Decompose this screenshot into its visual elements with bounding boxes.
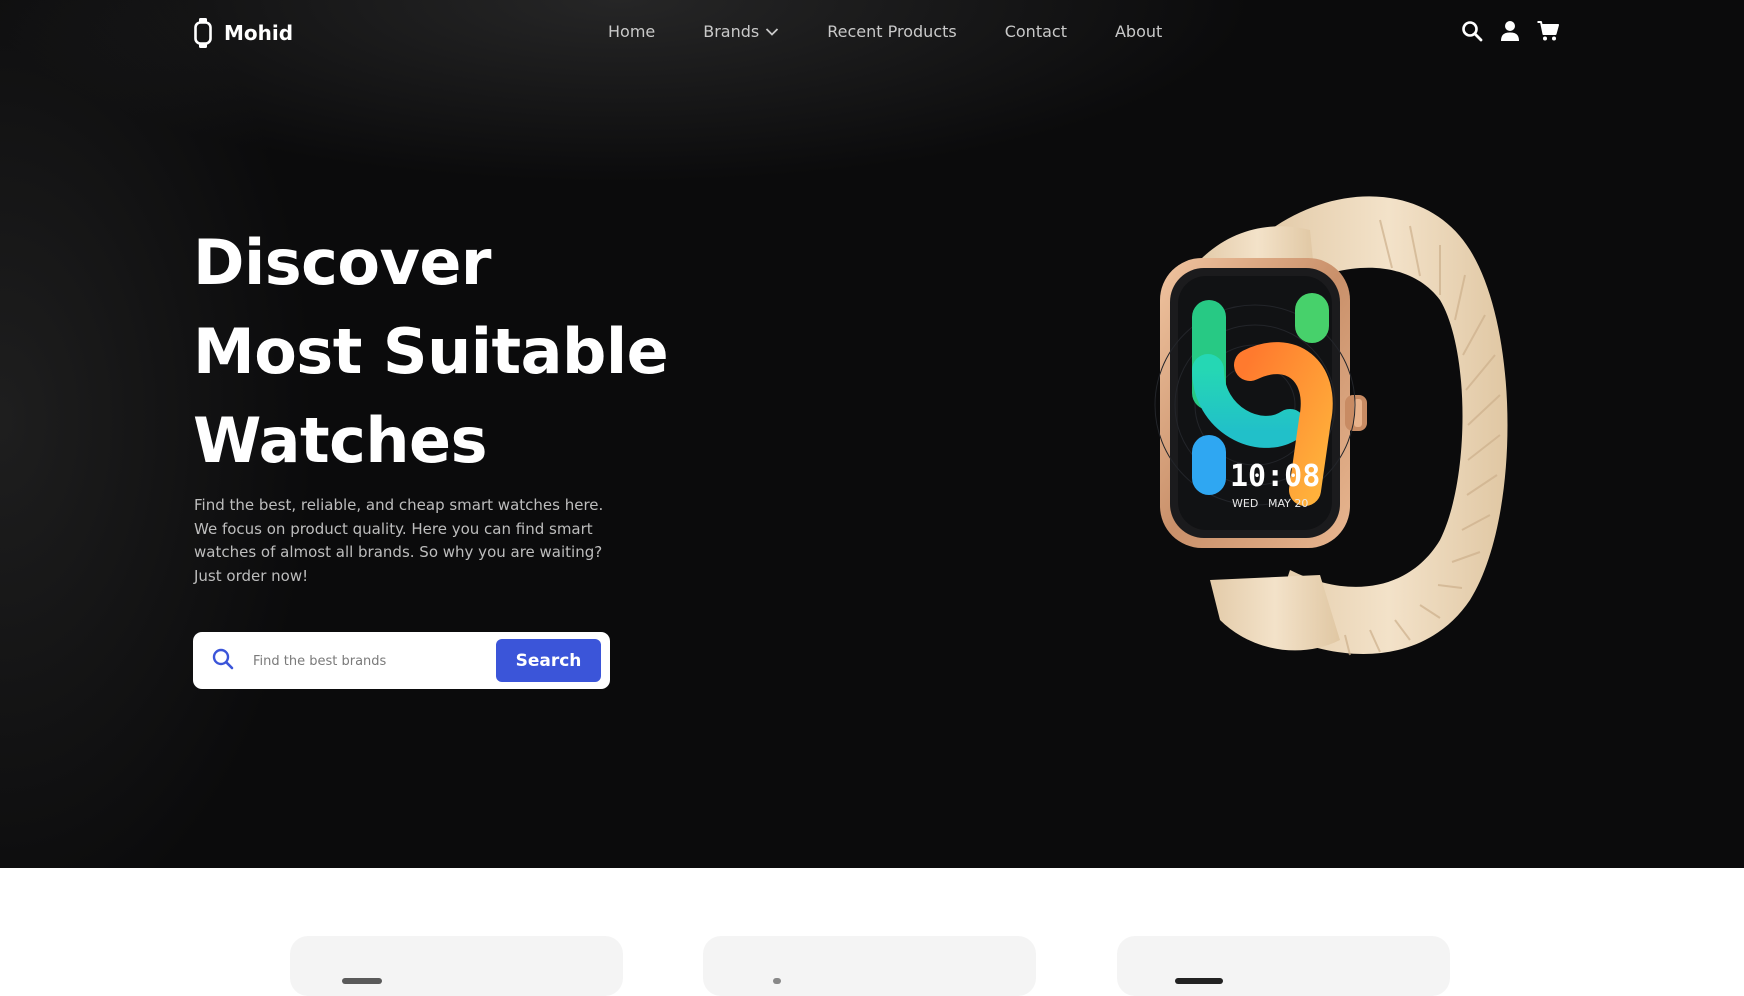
watch-date: MAY 20 — [1268, 497, 1308, 510]
chevron-down-icon — [766, 27, 779, 36]
search-icon — [212, 648, 234, 670]
hero-headline: Discover Most Suitable Watches — [193, 218, 669, 485]
product-card[interactable] — [1117, 936, 1450, 996]
nav-actions — [1461, 20, 1559, 42]
brand-logo[interactable]: Mohid — [194, 18, 293, 48]
user-icon[interactable] — [1499, 20, 1521, 42]
nav-item-brands[interactable]: Brands — [703, 22, 779, 41]
search-button[interactable]: Search — [496, 639, 601, 682]
watch-time: 10:08 — [1230, 459, 1320, 494]
product-thumbnail — [773, 978, 781, 984]
nav-item-about[interactable]: About — [1115, 22, 1162, 41]
product-card[interactable] — [703, 936, 1036, 996]
search-input[interactable] — [253, 649, 483, 673]
brand-name: Mohid — [224, 21, 294, 45]
hero-description: Find the best, reliable, and cheap smart… — [194, 496, 604, 585]
product-card[interactable] — [290, 936, 623, 996]
search-icon[interactable] — [1461, 20, 1483, 42]
nav-item-contact[interactable]: Contact — [1005, 22, 1067, 41]
product-thumbnail — [342, 978, 382, 984]
headline-line-1: Discover — [193, 226, 492, 299]
brand-search-bar: Search — [193, 632, 610, 689]
smartwatch-image: 10:08 WED MAY 20 — [1154, 196, 1508, 656]
hero-section: Mohid Home Brands Recent Products Contac… — [0, 0, 1744, 868]
product-thumbnail — [1175, 978, 1223, 984]
headline-line-2: Most Suitable — [193, 315, 669, 388]
nav-item-home[interactable]: Home — [608, 22, 655, 41]
nav-item-brands-label: Brands — [703, 22, 760, 41]
watch-icon — [194, 18, 212, 48]
headline-line-3: Watches — [193, 404, 488, 477]
nav-item-recent-products[interactable]: Recent Products — [827, 22, 956, 41]
cart-icon[interactable] — [1537, 20, 1559, 42]
watch-day: WED — [1232, 497, 1258, 510]
main-nav: Home Brands Recent Products Contact Abou… — [608, 22, 1162, 41]
